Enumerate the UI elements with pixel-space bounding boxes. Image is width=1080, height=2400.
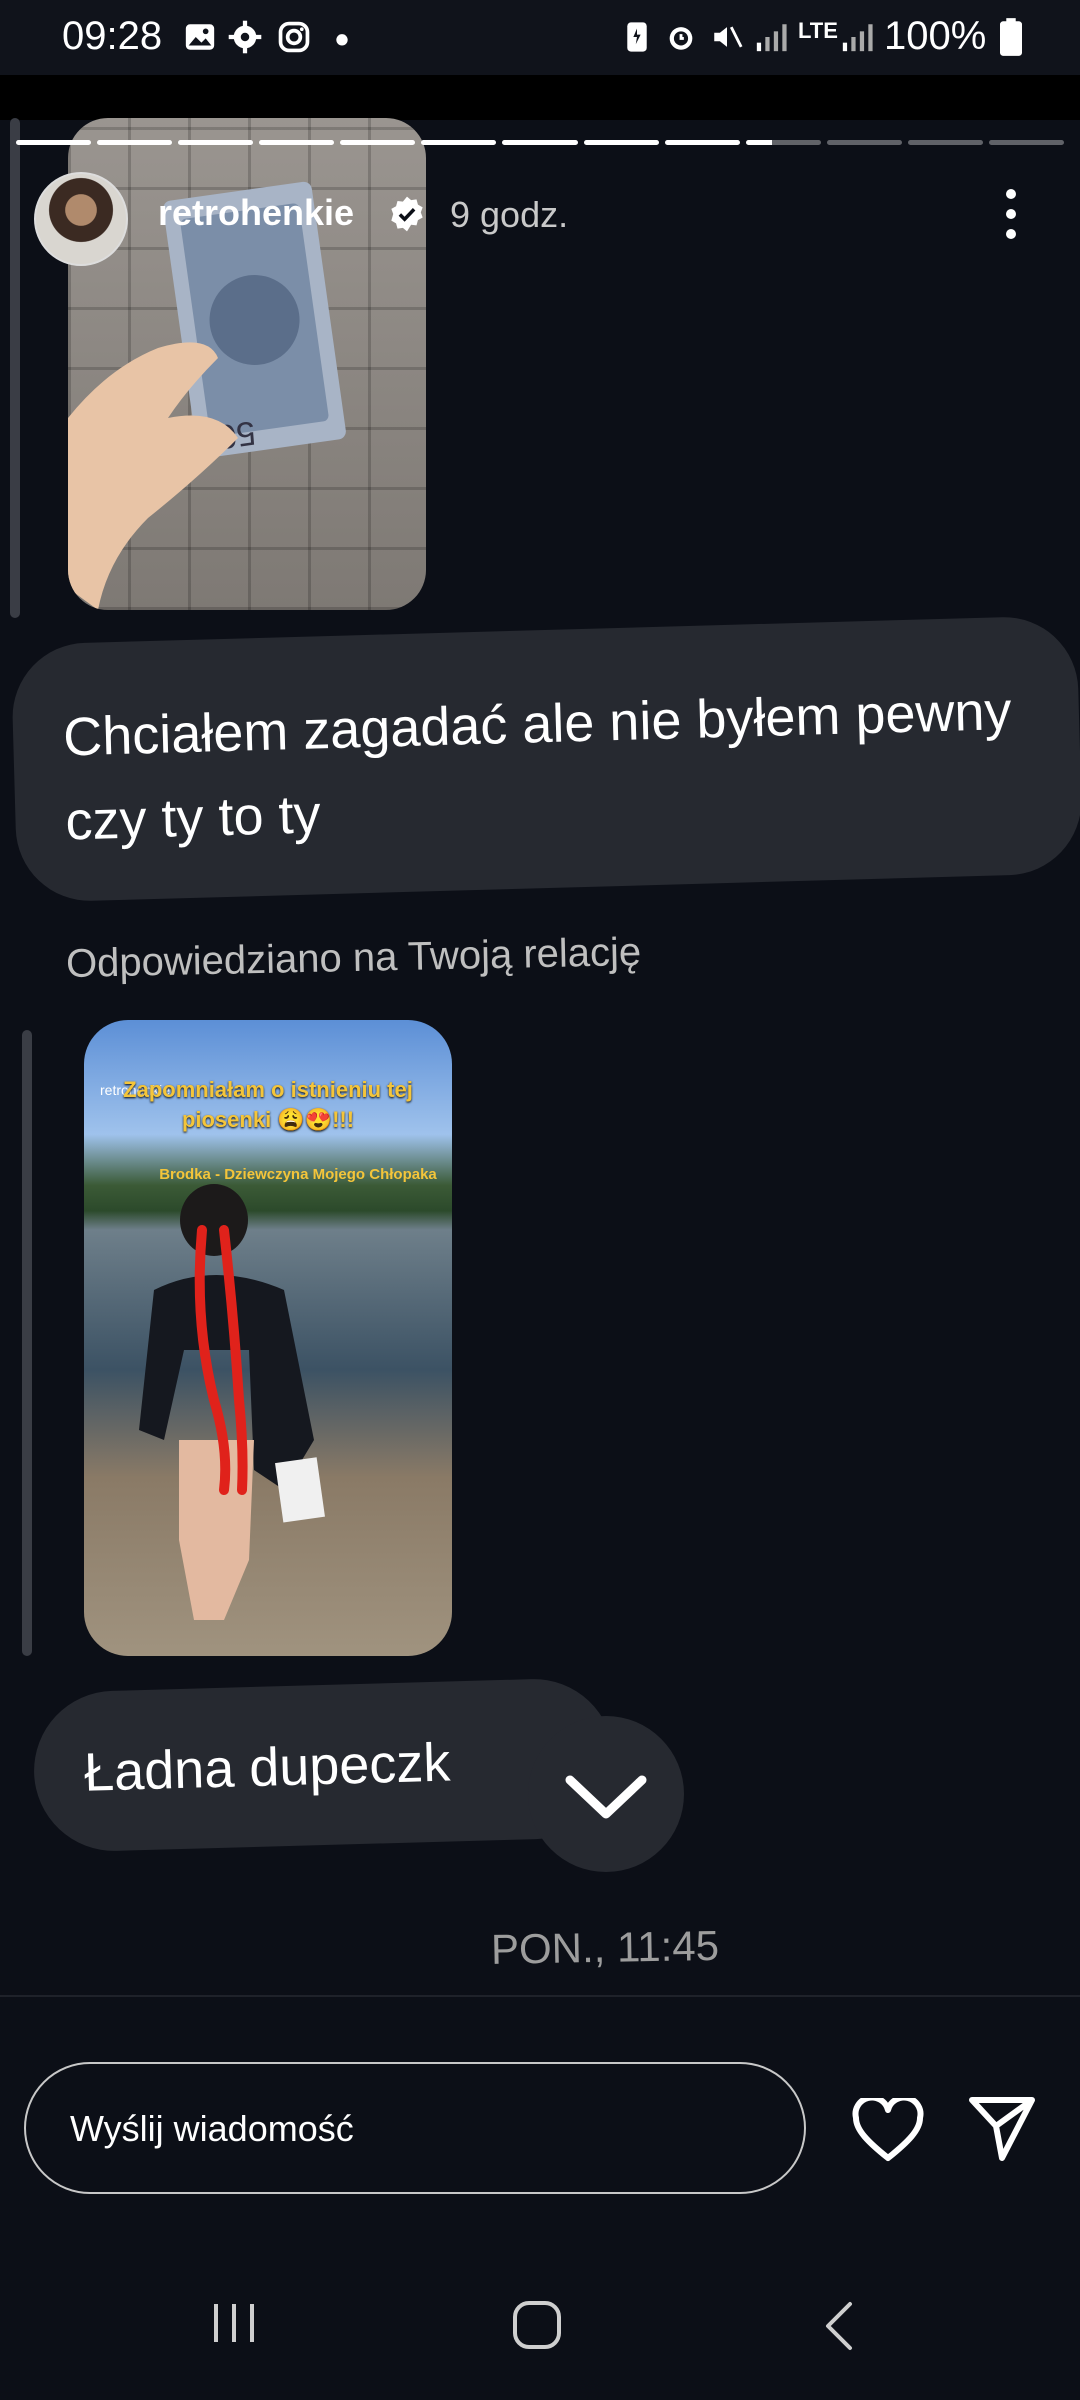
replied-to-story-label: Odpowiedziano na Twoją relację — [65, 929, 642, 987]
heart-icon[interactable] — [852, 2098, 924, 2162]
message-input-placeholder: Wyślij wiadomość — [70, 2108, 354, 2149]
battery-icon — [1000, 18, 1022, 56]
gallery-icon — [185, 24, 215, 50]
reply-rail — [22, 1030, 32, 1656]
more-vertical-icon[interactable] — [996, 188, 1026, 240]
battery-saver-icon — [627, 22, 647, 52]
composer-divider — [0, 1995, 1080, 1997]
mute-icon — [714, 26, 743, 48]
home-icon[interactable] — [512, 2300, 562, 2350]
recent-apps-icon[interactable] — [212, 2302, 256, 2344]
system-nav-bar — [0, 2260, 1080, 2400]
status-spacer — [0, 75, 1080, 120]
status-bar: 09:28 LTE 100% — [0, 0, 1080, 75]
reply-rail-top — [10, 118, 20, 618]
message-bubble[interactable]: Chciałem zagadać ale nie byłem pewny czy… — [10, 615, 1080, 903]
message-text-2: Ładna dupeczk — [83, 1732, 452, 1803]
instagram-icon — [278, 21, 310, 53]
message-text: Chciałem zagadać ale nie byłem pewny czy… — [62, 681, 1013, 852]
network-label: LTE — [798, 18, 838, 43]
settings-icon — [228, 20, 262, 54]
message-input[interactable]: Wyślij wiadomość — [24, 2062, 806, 2194]
avatar[interactable] — [34, 172, 128, 266]
story-preview[interactable]: retrohenkie Zapomniałam o istnieniu tej … — [84, 1020, 452, 1656]
message-timestamp: PON., 11:45 — [490, 1921, 720, 1973]
story-figure — [139, 1184, 325, 1620]
story-progress — [16, 140, 1065, 145]
send-icon[interactable] — [966, 2092, 1038, 2164]
alarm-icon — [669, 27, 693, 50]
back-icon[interactable] — [820, 2300, 860, 2352]
dot-icon — [336, 34, 348, 46]
signal-icon-2 — [842, 24, 873, 52]
chevron-down-icon — [565, 1775, 647, 1819]
story-time: 9 godz. — [450, 194, 569, 235]
username[interactable]: retrohenkie — [158, 192, 354, 234]
scroll-down-button[interactable] — [528, 1716, 684, 1872]
signal-icon — [756, 24, 787, 52]
verified-badge-icon — [391, 196, 423, 232]
status-time: 09:28 — [62, 14, 163, 58]
battery-percent: 100% — [884, 14, 987, 58]
